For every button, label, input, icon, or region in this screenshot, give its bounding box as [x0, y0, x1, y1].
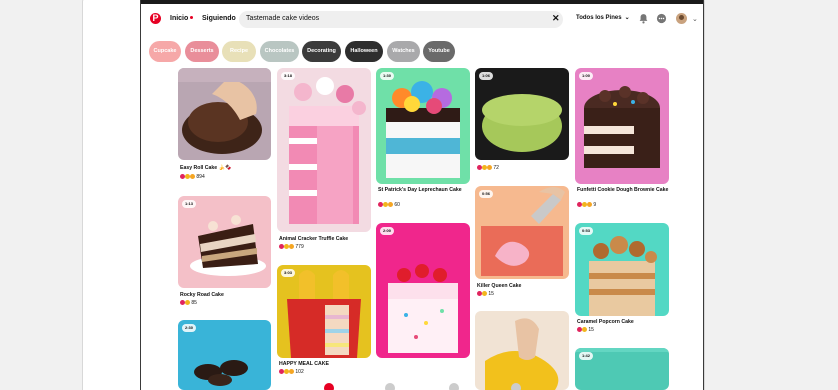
- video-duration-badge: 3:18: [281, 72, 296, 80]
- video-duration-badge: 0:53: [579, 227, 594, 235]
- wow-icon: [487, 165, 492, 170]
- nav-home-label: Inicio: [170, 15, 189, 22]
- pin-reaction-count: 60: [394, 202, 400, 208]
- pin-title: Easy Roll Cake 🍌🍫: [180, 165, 232, 171]
- pin-reactions: 102: [279, 369, 304, 375]
- chip-chocolates[interactable]: Chocolates: [260, 41, 299, 62]
- nav-home[interactable]: Inicio: [170, 15, 194, 22]
- top-nav: P Inicio Siguiendo Tastemade cake videos…: [141, 8, 703, 32]
- pin-image[interactable]: 3:03: [277, 265, 371, 358]
- chip-cupcake[interactable]: Cupcake: [149, 41, 181, 62]
- pin-reaction-count: 9: [593, 202, 597, 208]
- wow-icon: [587, 202, 592, 207]
- pin-title: St Patrick's Day Leprechaun Cake: [378, 187, 462, 193]
- video-duration-badge: 0:56: [479, 190, 494, 198]
- messages-icon[interactable]: [656, 13, 667, 24]
- pin-reaction-count: 85: [191, 300, 197, 306]
- pin-image[interactable]: 0:56: [475, 186, 569, 279]
- pin-reaction-count: 15: [488, 291, 494, 297]
- video-duration-badge: 2:00: [380, 227, 395, 235]
- pin-reactions: 72: [477, 165, 499, 171]
- pin-reactions: 15: [477, 291, 494, 297]
- pinterest-logo-icon[interactable]: P: [150, 13, 161, 24]
- pin-title: Caramel Popcorn Cake: [577, 319, 634, 325]
- pin-title: Rocky Road Cake: [180, 292, 224, 298]
- pin-title: Animal Cracker Truffle Cake: [279, 236, 349, 242]
- filter-dropdown[interactable]: Todos los Pines ⌄: [573, 14, 630, 21]
- video-duration-badge: 3:03: [281, 269, 296, 277]
- wow-icon: [289, 244, 294, 249]
- pin-image[interactable]: [178, 68, 271, 160]
- notifications-tab-icon[interactable]: [449, 383, 459, 390]
- pin-image[interactable]: 2:30: [178, 320, 271, 390]
- chip-youtube[interactable]: Youtube: [423, 41, 455, 62]
- chip-desserts[interactable]: Desserts: [185, 41, 219, 62]
- pin-reaction-count: 102: [295, 369, 304, 375]
- pin-reaction-count: 779: [295, 244, 304, 250]
- notification-dot-icon: [190, 16, 194, 19]
- pin-reaction-count: 72: [493, 165, 499, 171]
- video-duration-badge: 2:30: [182, 324, 197, 332]
- wow-icon: [190, 174, 195, 179]
- chip-recipe[interactable]: Recipe: [222, 41, 256, 62]
- video-duration-badge: 1:06: [479, 72, 494, 80]
- pin-title: HAPPY MEAL CAKE: [279, 361, 329, 367]
- bottom-toolbar: [141, 383, 703, 390]
- wow-icon: [289, 369, 294, 374]
- video-duration-badge: 1:00: [579, 72, 594, 80]
- video-duration-badge: 1:42: [579, 352, 594, 360]
- pin-reaction-count: 15: [588, 327, 594, 333]
- chip-decorating[interactable]: Decorating: [302, 41, 341, 62]
- pin-image[interactable]: [475, 311, 569, 390]
- smile-icon: [582, 327, 587, 332]
- clear-search-icon[interactable]: ✕: [552, 13, 560, 24]
- smile-icon: [482, 291, 487, 296]
- pin-reaction-count: 894: [196, 174, 205, 180]
- pin-reactions: 9: [577, 202, 596, 208]
- profile-tab-icon[interactable]: [511, 383, 521, 390]
- nav-following[interactable]: Siguiendo: [202, 15, 236, 22]
- bell-icon[interactable]: [638, 13, 649, 24]
- chip-watches[interactable]: Watches: [387, 41, 420, 62]
- avatar[interactable]: [676, 13, 687, 24]
- pin-reactions: 85: [180, 300, 197, 306]
- pin-image[interactable]: 0:53: [575, 223, 669, 316]
- pin-reactions: 15: [577, 327, 594, 333]
- smile-icon: [185, 300, 190, 305]
- video-duration-badge: 1:30: [380, 72, 395, 80]
- pin-reactions: 60: [378, 202, 400, 208]
- screen-top-edge: [141, 0, 703, 4]
- filter-dropdown-label: Todos los Pines: [576, 15, 622, 21]
- account-chevron-down-icon[interactable]: ⌄: [692, 15, 698, 23]
- search-tab-icon[interactable]: [385, 383, 395, 390]
- home-tab-icon[interactable]: [324, 383, 334, 390]
- pin-title: Killer Queen Cake: [477, 283, 522, 289]
- pin-image[interactable]: 1:30: [376, 68, 470, 184]
- pin-reactions: 894: [180, 174, 205, 180]
- video-duration-badge: 1:13: [182, 200, 197, 208]
- search-bar[interactable]: Tastemade cake videos ✕: [239, 11, 563, 28]
- pin-image[interactable]: 3:18: [277, 68, 371, 232]
- pin-image[interactable]: 1:13: [178, 196, 271, 288]
- chevron-down-icon: ⌄: [624, 15, 630, 21]
- pin-image[interactable]: 1:06: [475, 68, 569, 160]
- pin-title: Funfetti Cookie Dough Brownie Cake: [577, 187, 669, 193]
- wow-icon: [388, 202, 393, 207]
- pin-image[interactable]: 1:00: [575, 68, 669, 184]
- pin-image[interactable]: 2:00: [376, 223, 470, 358]
- search-input[interactable]: Tastemade cake videos: [246, 15, 319, 22]
- pin-reactions: 779: [279, 244, 304, 250]
- app-screen: P Inicio Siguiendo Tastemade cake videos…: [140, 0, 704, 390]
- chip-halloween[interactable]: Halloween: [345, 41, 383, 62]
